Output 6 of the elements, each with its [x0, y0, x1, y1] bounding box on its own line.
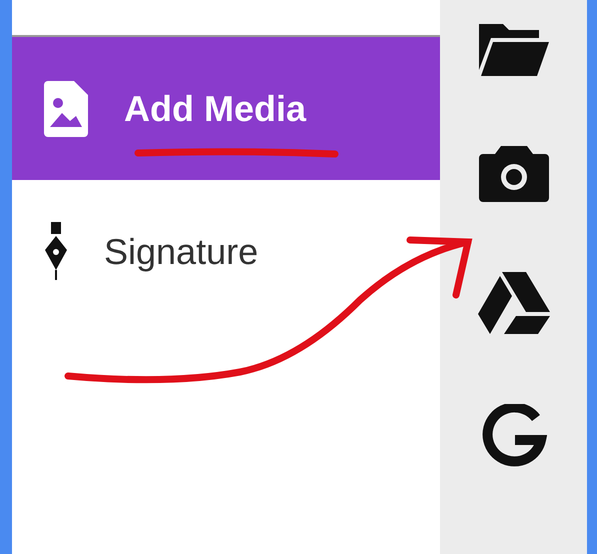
menu-item[interactable]: Add Media [12, 37, 440, 180]
camera-icon[interactable] [478, 146, 548, 202]
triangle-logo-icon[interactable] [478, 272, 550, 334]
pen-nib-icon [44, 222, 68, 282]
image-file-icon [44, 80, 88, 136]
menu-item[interactable]: Signature [12, 180, 440, 323]
